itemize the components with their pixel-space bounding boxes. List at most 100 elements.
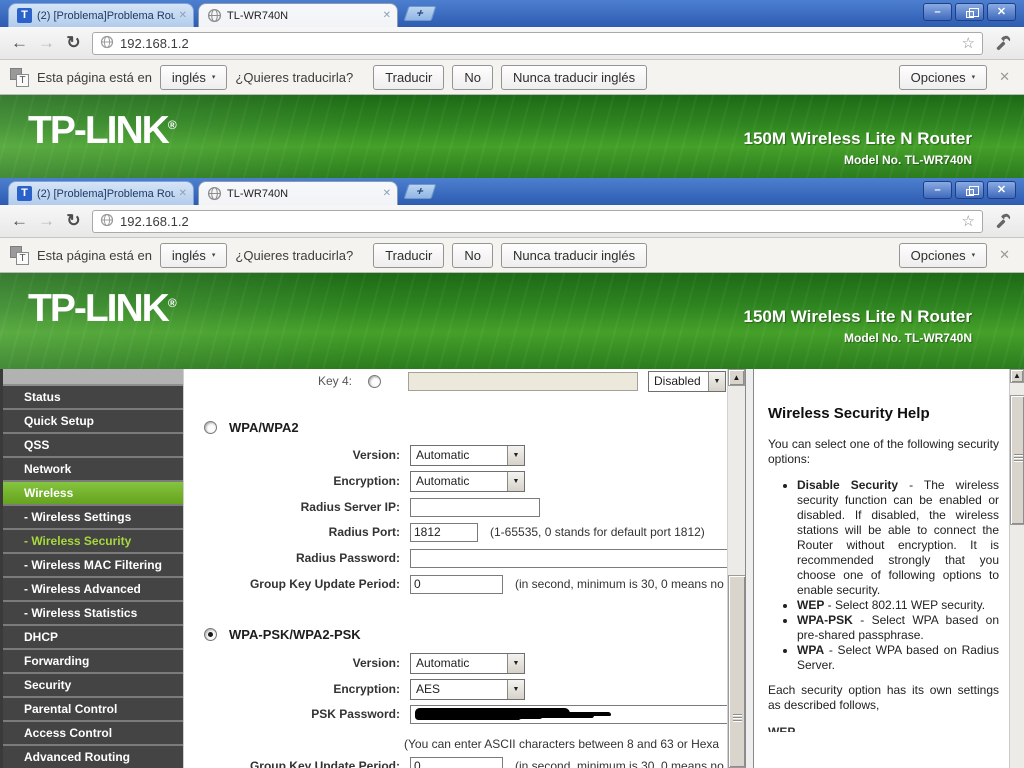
select-arrow-icon[interactable]: ▼ bbox=[708, 372, 725, 391]
wpa-group-key-input[interactable] bbox=[410, 575, 503, 594]
minimize-button[interactable]: – bbox=[923, 181, 952, 199]
sidebar-item-advanced-routing[interactable]: Advanced Routing bbox=[3, 746, 183, 768]
wpa-version-select[interactable]: Automatic ▼ bbox=[410, 445, 525, 466]
sidebar-item-quick-setup[interactable]: Quick Setup bbox=[3, 410, 183, 432]
translate-bar-close-icon[interactable]: ✕ bbox=[999, 247, 1010, 263]
sidebar-item-wireless-advanced[interactable]: - Wireless Advanced bbox=[3, 578, 183, 600]
close-button[interactable]: ✕ bbox=[987, 3, 1016, 21]
restore-button[interactable] bbox=[955, 3, 984, 21]
scroll-up-button[interactable]: ▲ bbox=[728, 369, 745, 386]
psk-version-select[interactable]: Automatic ▼ bbox=[410, 653, 525, 674]
new-tab-button[interactable]: + bbox=[404, 6, 437, 21]
scrollbar-thumb[interactable] bbox=[1010, 395, 1024, 525]
reload-button[interactable]: ↻ bbox=[60, 30, 87, 57]
tab-close-icon[interactable]: ✕ bbox=[383, 10, 391, 21]
sidebar-item-forwarding[interactable]: Forwarding bbox=[3, 650, 183, 672]
sidebar-top-strip bbox=[3, 369, 183, 386]
key4-input[interactable] bbox=[408, 372, 638, 391]
translate-button[interactable]: Traducir bbox=[373, 243, 444, 268]
browser-window-1: T (2) [Problema]Problema Route ✕ TL-WR74… bbox=[0, 0, 1024, 178]
select-arrow-icon[interactable]: ▼ bbox=[507, 680, 524, 699]
tab-problema[interactable]: T (2) [Problema]Problema Route ✕ bbox=[8, 181, 194, 205]
sidebar-item-wireless-security[interactable]: - Wireless Security bbox=[3, 530, 183, 552]
registered-mark: ® bbox=[168, 296, 177, 310]
forward-button[interactable]: → bbox=[33, 208, 60, 235]
select-arrow-icon[interactable]: ▼ bbox=[507, 654, 524, 673]
psk-password-row: PSK Password: bbox=[184, 703, 745, 725]
help-bullet-list: Disable Security - The wireless security… bbox=[768, 478, 999, 673]
radius-password-input[interactable] bbox=[410, 549, 745, 568]
tplink-logo: TP-LINK® bbox=[28, 287, 177, 331]
language-select[interactable]: inglés ▾ bbox=[160, 65, 227, 90]
key4-label: Key 4: bbox=[184, 374, 352, 388]
sidebar-item-security[interactable]: Security bbox=[3, 674, 183, 696]
wpa-psk-radio[interactable] bbox=[204, 628, 217, 641]
restore-button[interactable] bbox=[955, 181, 984, 199]
help-partial-heading: WEP bbox=[768, 725, 999, 732]
address-bar[interactable]: 192.168.1.2 ☆ bbox=[92, 32, 983, 55]
tab-router[interactable]: TL-WR740N ✕ bbox=[198, 181, 398, 205]
sidebar-item-parental-control[interactable]: Parental Control bbox=[3, 698, 183, 720]
language-select[interactable]: inglés ▾ bbox=[160, 243, 227, 268]
tab-close-icon[interactable]: ✕ bbox=[179, 10, 187, 21]
browser-window-2: T (2) [Problema]Problema Route ✕ TL-WR74… bbox=[0, 178, 1024, 768]
close-button[interactable]: ✕ bbox=[987, 181, 1016, 199]
bookmark-star-icon[interactable]: ☆ bbox=[962, 212, 975, 230]
options-button[interactable]: Opciones ▾ bbox=[899, 65, 987, 90]
window-controls: – ✕ bbox=[923, 3, 1016, 21]
reload-button[interactable]: ↻ bbox=[60, 208, 87, 235]
wpa-encryption-select[interactable]: Automatic ▼ bbox=[410, 471, 525, 492]
no-button[interactable]: No bbox=[452, 65, 493, 90]
key4-radio[interactable] bbox=[368, 375, 381, 388]
radius-password-row: Radius Password: bbox=[184, 547, 745, 569]
options-button[interactable]: Opciones ▾ bbox=[899, 243, 987, 268]
back-button[interactable]: ← bbox=[6, 208, 33, 235]
menu-wrench-icon[interactable] bbox=[988, 30, 1018, 56]
sidebar-item-wireless-mac-filtering[interactable]: - Wireless MAC Filtering bbox=[3, 554, 183, 576]
tab-close-icon[interactable]: ✕ bbox=[383, 188, 391, 199]
address-bar[interactable]: 192.168.1.2 ☆ bbox=[92, 210, 983, 233]
translate-button[interactable]: Traducir bbox=[373, 65, 444, 90]
psk-encryption-select[interactable]: AES ▼ bbox=[410, 679, 525, 700]
tab-bar: T (2) [Problema]Problema Route ✕ TL-WR74… bbox=[0, 178, 1024, 205]
scroll-up-button[interactable]: ▲ bbox=[1010, 369, 1024, 383]
translate-icon: T bbox=[10, 68, 29, 87]
tab-problema[interactable]: T (2) [Problema]Problema Route ✕ bbox=[8, 3, 194, 27]
restore-icon bbox=[966, 11, 974, 18]
wpa-encryption-value: Automatic bbox=[416, 474, 501, 488]
radius-port-input[interactable] bbox=[410, 523, 478, 542]
translate-bar-close-icon[interactable]: ✕ bbox=[999, 69, 1010, 85]
sidebar-item-network[interactable]: Network bbox=[3, 458, 183, 480]
globe-favicon bbox=[207, 186, 222, 201]
wpa-version-value: Automatic bbox=[416, 448, 501, 462]
wpa-radio[interactable] bbox=[204, 421, 217, 434]
sidebar-item-status[interactable]: Status bbox=[3, 386, 183, 408]
never-translate-button[interactable]: Nunca traducir inglés bbox=[501, 243, 647, 268]
tab-close-icon[interactable]: ✕ bbox=[179, 188, 187, 199]
model-number: Model No. TL-WR740N bbox=[844, 153, 972, 167]
select-arrow-icon[interactable]: ▼ bbox=[507, 472, 524, 491]
sidebar-item-access-control[interactable]: Access Control bbox=[3, 722, 183, 744]
chevron-down-icon: ▾ bbox=[212, 73, 216, 81]
key4-type-select[interactable]: Disabled ▼ bbox=[648, 371, 726, 392]
sidebar-item-dhcp[interactable]: DHCP bbox=[3, 626, 183, 648]
minimize-button[interactable]: – bbox=[923, 3, 952, 21]
menu-wrench-icon[interactable] bbox=[988, 208, 1018, 234]
forward-button[interactable]: → bbox=[33, 30, 60, 57]
tab-router[interactable]: TL-WR740N ✕ bbox=[198, 3, 398, 27]
scrollbar-thumb[interactable] bbox=[728, 575, 745, 768]
sidebar-item-wireless-statistics[interactable]: - Wireless Statistics bbox=[3, 602, 183, 624]
sidebar-item-wireless-settings[interactable]: - Wireless Settings bbox=[3, 506, 183, 528]
new-tab-button[interactable]: + bbox=[404, 184, 437, 199]
back-button[interactable]: ← bbox=[6, 30, 33, 57]
radius-password-label: Radius Password: bbox=[184, 551, 400, 565]
never-translate-button[interactable]: Nunca traducir inglés bbox=[501, 65, 647, 90]
screen: T (2) [Problema]Problema Route ✕ TL-WR74… bbox=[0, 0, 1024, 768]
select-arrow-icon[interactable]: ▼ bbox=[507, 446, 524, 465]
radius-ip-input[interactable] bbox=[410, 498, 540, 517]
psk-group-key-input[interactable] bbox=[410, 757, 503, 768]
no-button[interactable]: No bbox=[452, 243, 493, 268]
sidebar-item-wireless[interactable]: Wireless bbox=[3, 482, 183, 504]
bookmark-star-icon[interactable]: ☆ bbox=[962, 34, 975, 52]
sidebar-item-qss[interactable]: QSS bbox=[3, 434, 183, 456]
